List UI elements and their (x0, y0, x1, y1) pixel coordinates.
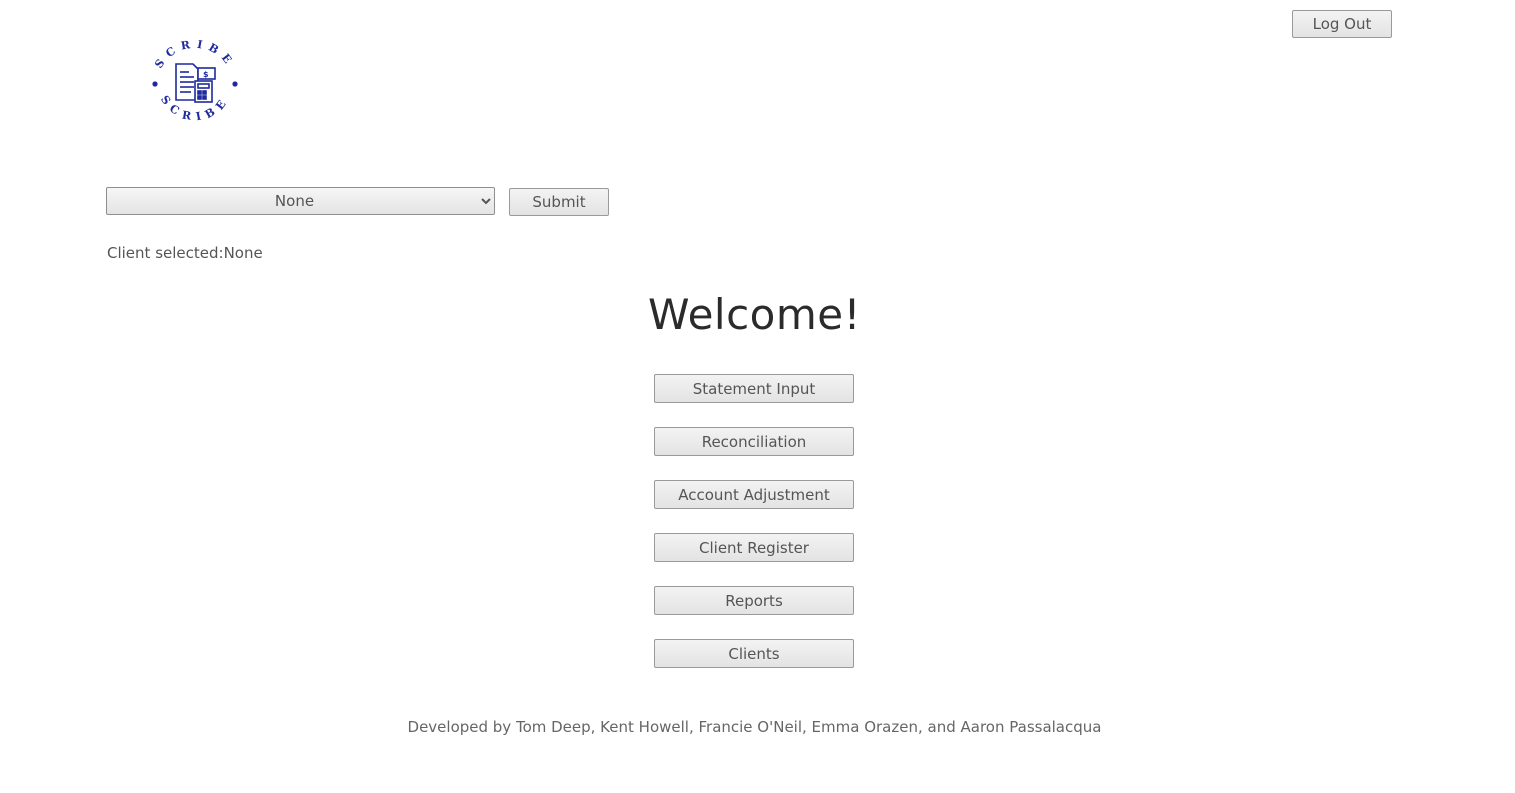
page-title: Welcome! (648, 290, 861, 339)
clients-button[interactable]: Clients (654, 639, 854, 668)
logout-button[interactable]: Log Out (1292, 10, 1392, 38)
scribe-logo: SCRIBE SCRIBE $ (152, 37, 238, 124)
reconciliation-button[interactable]: Reconciliation (654, 427, 854, 456)
svg-text:$: $ (203, 70, 209, 79)
document-calculator-icon: $ (175, 63, 216, 103)
account-adjustment-button[interactable]: Account Adjustment (654, 480, 854, 509)
submit-button[interactable]: Submit (509, 188, 609, 216)
reports-button[interactable]: Reports (654, 586, 854, 615)
client-selected-value: None (223, 244, 263, 262)
client-register-button[interactable]: Client Register (654, 533, 854, 562)
statement-input-button[interactable]: Statement Input (654, 374, 854, 403)
footer-credits: Developed by Tom Deep, Kent Howell, Fran… (407, 718, 1102, 736)
page: Log Out SCRIBE SCRIBE $ None Submit Clie… (0, 0, 1515, 793)
client-selected-label: Client selected: (107, 244, 224, 262)
client-select[interactable]: None (106, 187, 495, 215)
client-selected-status: Client selected:None (107, 244, 263, 262)
